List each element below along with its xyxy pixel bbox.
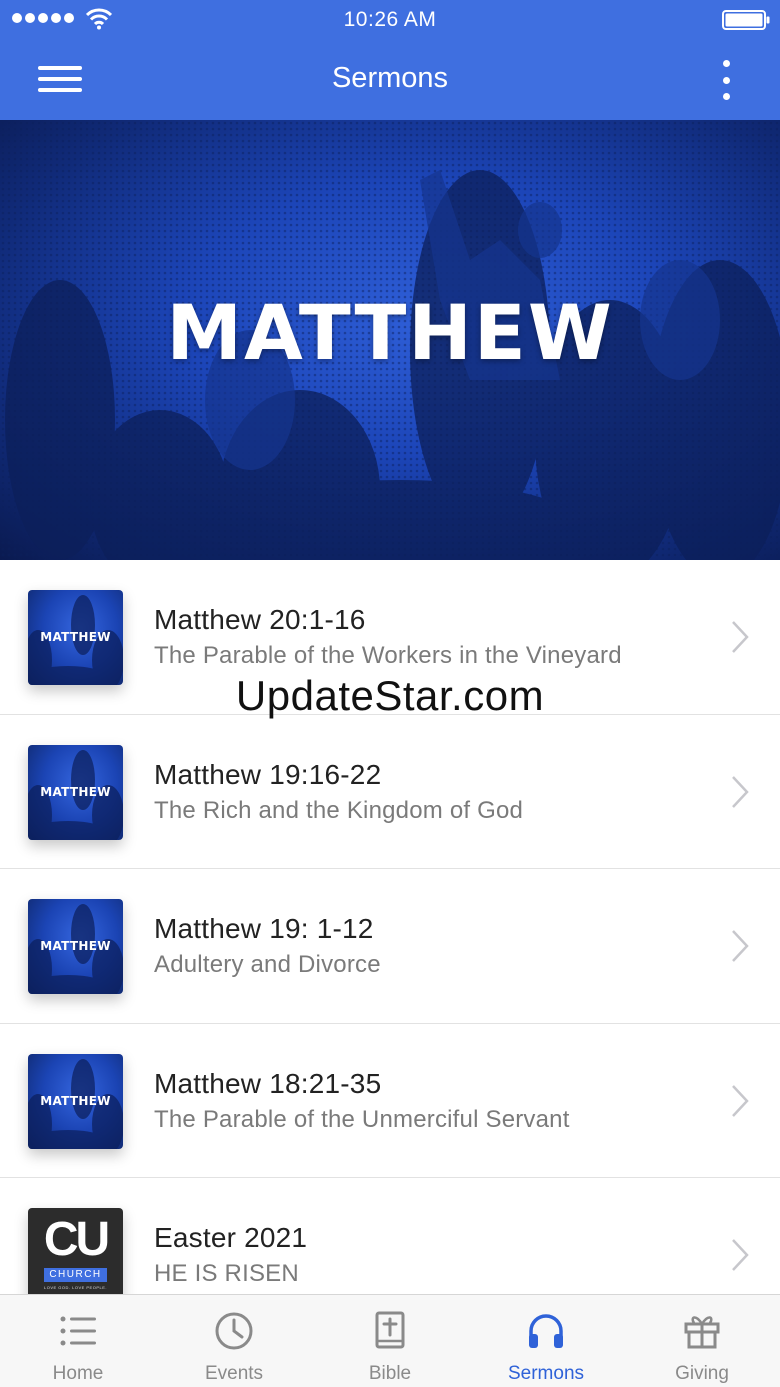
sermon-row[interactable]: MATTHEW Matthew 19:16-22 The Rich and th… [0,714,780,869]
status-time: 10:26 AM [343,8,437,31]
tab-home[interactable]: Home [0,1295,156,1387]
tab-giving[interactable]: Giving [624,1295,780,1387]
chevron-right-icon [732,930,749,962]
chevron-right-icon [732,621,749,653]
sermon-title: Matthew 18:21-35 [154,1067,382,1099]
chevron-right-icon [732,775,749,808]
tab-label: Events [204,1363,264,1384]
thumbnail-label: MATTHEW [40,1093,111,1108]
sermon-title: Matthew 19: 1-12 [154,913,374,944]
tab-sermons[interactable]: Sermons [468,1295,624,1387]
watermark: UpdateStar.com [235,672,545,719]
thumbnail-label: MATTHEW [40,784,111,799]
series-banner[interactable]: MATTHEW [0,120,780,560]
sermon-thumbnail: MATTHEW [28,899,123,994]
sermon-subtitle: Adultery and Divorce [154,951,381,978]
headphones-icon [529,1314,563,1348]
battery-icon [722,10,770,30]
clock-icon [215,1312,253,1350]
tab-label: Home [52,1363,104,1384]
page-title: Sermons [331,62,449,94]
bible-icon [375,1311,405,1349]
sermon-subtitle: The Rich and the Kingdom of God [154,796,524,824]
sermon-subtitle: HE IS RISEN [154,1260,299,1287]
more-options-icon[interactable] [718,58,734,102]
logo-church-label: CHURCH [44,1268,107,1282]
church-logo-thumbnail: CU CHURCH LOVE GOD. LOVE PEOPLE. [28,1208,123,1303]
tab-bar: Home Events Bible Sermons Giving [0,1294,780,1387]
tab-bible[interactable]: Bible [312,1295,468,1387]
logo-tagline: LOVE GOD. LOVE PEOPLE. [43,1285,108,1290]
list-icon [60,1316,96,1346]
tab-label: Sermons [507,1363,585,1384]
sermon-title: Easter 2021 [154,1222,308,1253]
sermon-subtitle: The Parable of the Workers in the Vineya… [154,642,622,669]
thumbnail-label: MATTHEW [40,630,111,644]
banner-title: MATTHEW [166,288,614,377]
thumbnail-label: MATTHEW [40,939,111,953]
sermon-thumbnail: MATTHEW [28,590,123,685]
sermon-subtitle: The Parable of the Unmerciful Servant [154,1105,570,1133]
sermon-title: Matthew 19:16-22 [154,758,382,790]
sermon-row[interactable]: MATTHEW Matthew 18:21-35 The Parable of … [0,1023,780,1178]
nav-bar: Sermons [0,40,780,120]
sermon-thumbnail: MATTHEW [28,1053,123,1149]
sermon-thumbnail: MATTHEW [28,744,123,840]
status-bar: 10:26 AM [0,0,780,40]
chevron-right-icon [732,1239,749,1271]
tab-events[interactable]: Events [156,1295,312,1387]
chevron-right-icon [732,1084,749,1117]
sermon-row[interactable]: MATTHEW Matthew 19: 1-12 Adultery and Di… [0,869,780,1024]
logo-letters: CU [43,1213,110,1266]
gift-icon [684,1316,720,1349]
tab-label: Bible [368,1363,412,1384]
sermon-title: Matthew 20:1-16 [154,604,366,635]
tab-label: Giving [675,1363,729,1384]
